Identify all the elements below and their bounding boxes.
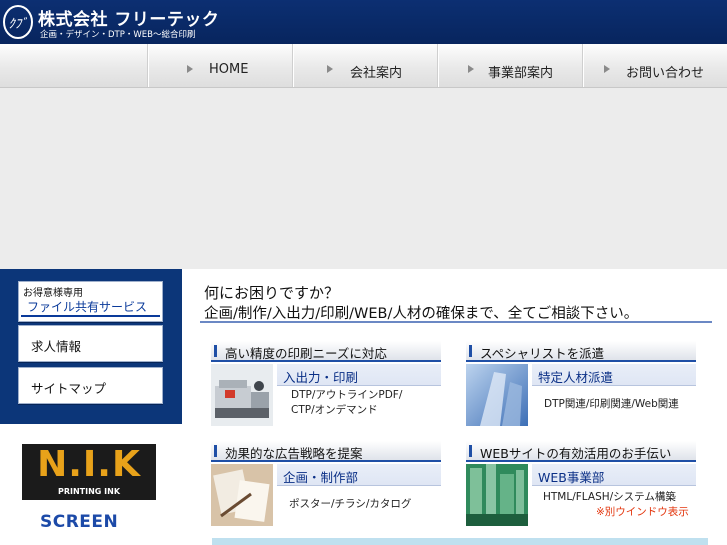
heading-bar-icon [214,445,217,457]
heading-bar-icon [214,345,217,357]
card-title-bar: WEB事業部 [532,464,696,486]
intro-question: 何にお困りですか？ [204,284,340,302]
nav-company[interactable]: 会社案内 [293,44,438,87]
nik-logo-text: N.I.K [37,444,141,485]
card-title-bar: 特定人材派遣 [532,364,696,386]
company-logo-icon[interactable]: ｸﾌﾞ [2,4,34,40]
service-card-planning[interactable]: 効果的な広告戦略を提案 企画・制作部 ポスター/チラシ/カタログ [211,441,441,526]
card-heading-text: 効果的な広告戦略を提案 [225,446,363,461]
jobs-button[interactable]: 求人情報 [18,325,163,362]
card-desc-line: DTP関連/印刷関連/Web関連 [544,398,679,410]
triangle-right-icon [187,65,193,73]
city-crowd-icon[interactable] [466,464,528,526]
card-heading-text: WEBサイトの有効活用のお手伝い [480,446,672,461]
nav-label: 事業部案内 [488,66,554,81]
card-title: 入出力・印刷 [283,370,359,385]
nik-logo-sub: PRINTING INK [57,487,121,496]
triangle-right-icon [468,65,474,73]
new-window-note: ※別ウインドウ表示 [596,506,689,518]
printing-machine-icon[interactable] [211,364,273,426]
sitemap-label: サイトマップ [31,381,107,396]
nav-label: HOME [209,62,249,77]
service-card-printing[interactable]: 高い精度の印刷ニーズに対応 入出力・印刷 DTP/アウトラインPDF/ CTP/… [211,341,441,426]
site-header: ｸﾌﾞ 株式会社 フリーテック 企画・デザイン・DTP・WEB〜総合印刷 [0,0,727,44]
card-desc-line: HTML/FLASH/システム構築 [543,491,676,503]
nav-label: お問い合わせ [626,66,705,81]
file-share-label: ファイル共有サービス [27,300,148,314]
card-heading-text: 高い精度の印刷ニーズに対応 [225,346,387,361]
card-desc-line: CTP/オンデマンド [291,404,378,416]
card-desc-line: DTP/アウトラインPDF/ [291,389,403,401]
triangle-right-icon [604,65,610,73]
intro-divider [200,321,712,323]
card-title: WEB事業部 [538,470,605,485]
intro-text: 企画/制作/入出力/印刷/WEB/人材の確保まで、全てご相談下さい。 [204,306,639,322]
file-share-small-label: お得意様専用 [23,288,83,299]
company-tagline: 企画・デザイン・DTP・WEB〜総合印刷 [40,30,196,40]
service-card-staffing[interactable]: スペシャリストを派遣 特定人材派遣 DTP関連/印刷関連/Web関連 [466,341,696,426]
nav-divisions[interactable]: 事業部案内 [438,44,583,87]
global-nav: HOME 会社案内 事業部案内 お問い合わせ [0,44,727,88]
nav-home[interactable]: HOME [148,44,293,87]
file-share-underline [21,315,160,317]
banner-area [0,88,727,269]
card-heading-text: スペシャリストを派遣 [480,346,605,361]
screen-logo[interactable]: SCREEN [40,512,118,532]
nav-label: 会社案内 [350,66,403,81]
jobs-label: 求人情報 [31,339,82,354]
card-heading: 高い精度の印刷ニーズに対応 [211,341,441,362]
nik-logo[interactable]: N.I.K PRINTING INK [22,444,156,500]
card-heading: 効果的な広告戦略を提案 [211,441,441,462]
logo-monogram: ｸﾌﾞ [8,16,28,32]
heading-bar-icon [469,345,472,357]
sitemap-button[interactable]: サイトマップ [18,367,163,404]
card-title-bar: 入出力・印刷 [277,364,441,386]
card-title: 企画・制作部 [283,470,359,485]
card-heading: スペシャリストを派遣 [466,341,696,362]
sidebar: お得意様専用 ファイル共有サービス 求人情報 サイトマップ [0,269,182,424]
office-building-icon[interactable] [466,364,528,426]
card-heading: WEBサイトの有効活用のお手伝い [466,441,696,462]
card-title: 特定人材派遣 [538,370,614,385]
partner-logos: N.I.K PRINTING INK SCREEN [0,424,182,545]
card-title-bar: 企画・制作部 [277,464,441,486]
file-share-button[interactable]: お得意様専用 ファイル共有サービス [18,281,163,322]
card-desc-line: ポスター/チラシ/カタログ [289,498,412,510]
nav-contact[interactable]: お問い合わせ [583,44,727,87]
bottom-strip [212,538,708,545]
company-name[interactable]: 株式会社 フリーテック [38,5,219,30]
service-card-web[interactable]: WEBサイトの有効活用のお手伝い WEB事業部 HTML/FLASH/システム構… [466,441,696,526]
triangle-right-icon [327,65,333,73]
heading-bar-icon [469,445,472,457]
design-desk-icon[interactable] [211,464,273,526]
